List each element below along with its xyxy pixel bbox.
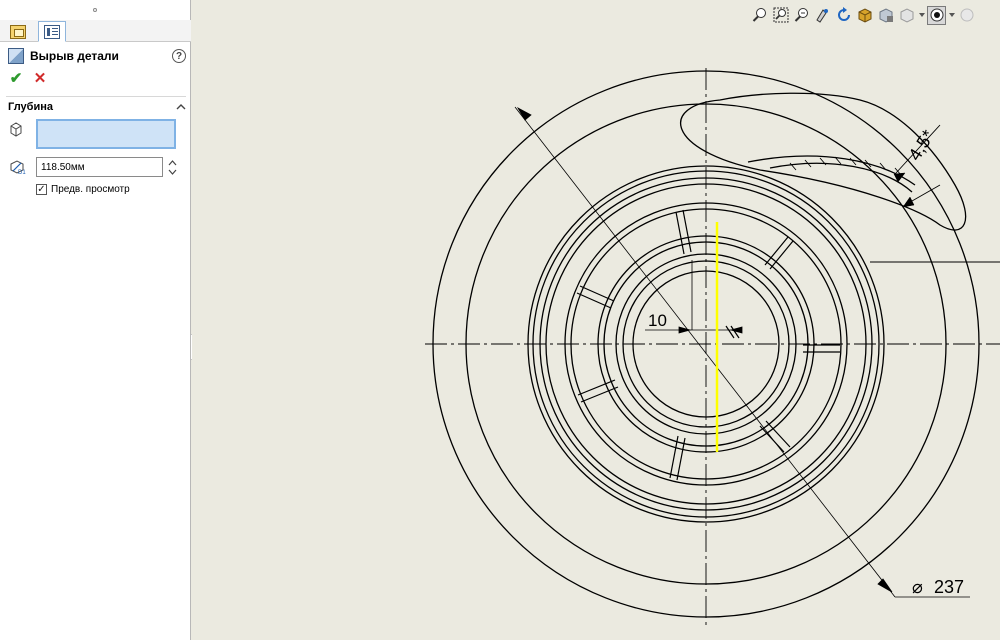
diameter-dimension-text[interactable]: 237: [934, 577, 964, 597]
hide-show-icon[interactable]: [876, 6, 895, 25]
depth-value-row: D1: [8, 157, 177, 177]
preview-row: ✓ Предв. просмотр: [36, 184, 130, 195]
radial-dimension-text[interactable]: 10: [648, 311, 667, 330]
property-manager-icon: [44, 24, 60, 39]
chevron-down-icon[interactable]: [918, 6, 925, 25]
property-manager-panel: Вырыв детали ? ✔ ✕ Глубина D1 ✓: [0, 0, 191, 640]
preview-checkbox[interactable]: ✓: [36, 184, 47, 195]
zoom-in-out-icon[interactable]: [792, 6, 811, 25]
view-orientation-icon[interactable]: [897, 6, 916, 25]
groove-arc-1: [747, 155, 916, 186]
rotate-icon[interactable]: [834, 6, 853, 25]
display-style-icon[interactable]: [855, 6, 874, 25]
panel-grip[interactable]: [0, 0, 190, 20]
pan-icon[interactable]: [813, 6, 832, 25]
heads-up-view-toolbar: [750, 4, 976, 26]
diameter-symbol-text: ⌀: [912, 577, 923, 598]
svg-text:D1: D1: [18, 170, 26, 176]
depth-group-header[interactable]: Глубина: [8, 101, 186, 113]
apply-scene-icon[interactable]: [927, 5, 946, 25]
depth-spinner[interactable]: [168, 159, 177, 176]
ok-cancel-bar: ✔ ✕: [8, 70, 48, 87]
groove-hatch: [789, 156, 902, 176]
zoom-to-area-icon[interactable]: [771, 6, 790, 25]
depth-reference-row: [8, 119, 176, 149]
graphics-viewport[interactable]: 10 4,5* ⌀ 237: [192, 0, 1000, 640]
spin-down-icon[interactable]: [168, 168, 177, 176]
collapse-chevron-up-icon[interactable]: [176, 102, 186, 112]
feature-manager-icon: [10, 24, 26, 39]
depth-group-title: Глубина: [8, 101, 53, 113]
preview-label: Предв. просмотр: [51, 184, 130, 195]
depth-reference-selection-box[interactable]: [36, 119, 176, 149]
drawing-view[interactable]: 10 4,5* ⌀ 237: [192, 0, 1000, 640]
feature-header: Вырыв детали ?: [8, 47, 186, 65]
tab-feature-manager[interactable]: [4, 21, 32, 42]
ok-checkmark-icon[interactable]: ✔: [8, 70, 24, 87]
tab-property-manager[interactable]: [38, 21, 66, 42]
depth-dimension-icon: D1: [10, 160, 26, 176]
divider: [6, 96, 186, 97]
zoom-to-fit-icon[interactable]: [750, 6, 769, 25]
feature-title: Вырыв детали: [30, 49, 119, 63]
chevron-down-icon[interactable]: [948, 6, 955, 25]
depth-reference-icon: [10, 122, 22, 137]
broken-out-section-icon: [8, 48, 24, 64]
cancel-x-icon[interactable]: ✕: [32, 70, 48, 87]
spin-up-icon[interactable]: [168, 159, 177, 167]
help-icon[interactable]: ?: [172, 49, 186, 63]
view-settings-icon[interactable]: [957, 6, 976, 25]
depth-input[interactable]: [36, 157, 163, 177]
manager-tabs: [0, 20, 191, 42]
